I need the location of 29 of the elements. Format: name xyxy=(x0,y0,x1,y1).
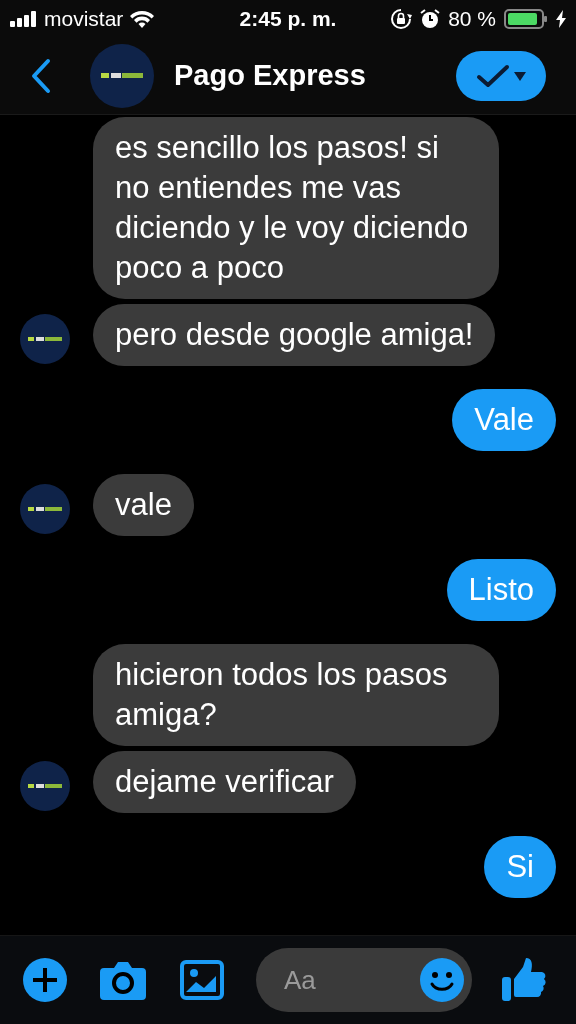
signal-icon xyxy=(10,11,38,27)
thumbs-up-icon[interactable] xyxy=(502,957,546,1003)
rotation-lock-icon xyxy=(390,8,413,30)
image-icon[interactable] xyxy=(180,960,224,1000)
emoji-icon[interactable] xyxy=(420,958,464,1002)
wifi-icon xyxy=(129,9,156,29)
alarm-icon xyxy=(420,9,441,29)
message-bubble: dejame verificar xyxy=(93,751,356,813)
message-bubble: Listo xyxy=(446,559,556,621)
back-icon[interactable] xyxy=(30,58,52,94)
message-bubble: pero desde google amiga! xyxy=(93,304,496,366)
message-bubble: hicieron todos los pasos amiga? xyxy=(93,644,499,746)
battery-percent: 80 % xyxy=(448,6,496,33)
carrier-name: movistar xyxy=(44,6,124,33)
add-icon[interactable] xyxy=(22,957,68,1003)
status-dropdown-button[interactable] xyxy=(456,51,546,101)
caret-icon xyxy=(514,71,526,81)
message-bubble: Si xyxy=(484,836,556,898)
charging-bolt-icon xyxy=(556,10,566,28)
chat-title: Pago Express xyxy=(174,58,367,94)
message-input-field[interactable]: Aa xyxy=(256,948,472,1012)
camera-icon[interactable] xyxy=(100,960,146,1000)
message-bubble: Vale xyxy=(452,389,556,451)
message-input-field[interactable]: Aa xyxy=(284,960,420,1000)
clock-time: 2:45 p. m. xyxy=(239,6,337,33)
message-bubble: es sencillo los pasos! si no entiendes me vas diciendo y le voy diciendo poco a poco xyxy=(93,117,499,299)
checkmark-icon xyxy=(476,64,510,88)
battery-icon xyxy=(504,9,548,29)
message-bubble: vale xyxy=(93,474,194,536)
